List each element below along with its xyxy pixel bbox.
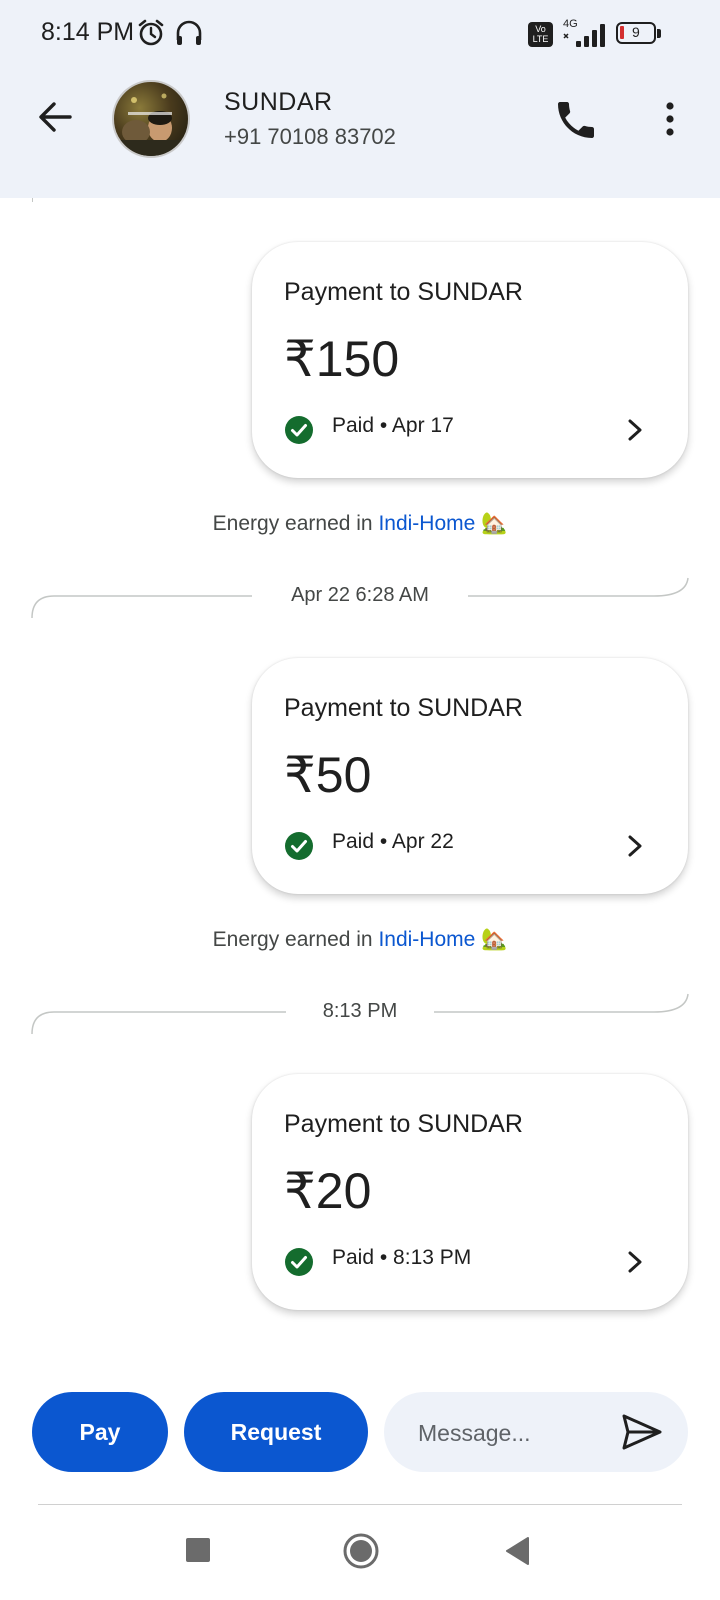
indi-home-link[interactable]: Indi-Home [378, 512, 475, 535]
energy-text: Energy earned in [212, 928, 379, 951]
payment-title: Payment to SUNDAR [284, 694, 523, 722]
energy-text: Energy earned in [212, 512, 379, 535]
payment-status: Paid • 8:13 PM [332, 1246, 472, 1269]
payment-title: Payment to SUNDAR [284, 1110, 523, 1138]
payment-amount: ₹50 [284, 747, 372, 803]
phone-icon[interactable] [552, 96, 600, 144]
contact-phone: +91 70108 83702 [224, 124, 396, 149]
payment-status: Paid • Apr 22 [332, 830, 454, 853]
message-input[interactable] [416, 1414, 610, 1452]
indi-home-link[interactable]: Indi-Home [378, 928, 475, 951]
request-button-label: Request [230, 1418, 322, 1445]
battery-level: 9 [632, 24, 640, 40]
pay-button-label: Pay [79, 1418, 121, 1445]
energy-earned-note: Energy earned in Indi-Home 🏡 [0, 928, 720, 952]
headphones-icon [176, 20, 202, 45]
chevron-right-icon[interactable] [624, 1248, 646, 1276]
check-circle-icon [285, 416, 313, 444]
date-separator: 8:13 PM [322, 1000, 398, 1022]
payment-card[interactable]: Payment to SUNDAR ₹150 Paid • Apr 17 [252, 242, 688, 478]
energy-earned-note: Energy earned in Indi-Home 🏡 [0, 512, 720, 536]
alarm-icon [138, 19, 164, 46]
message-field[interactable] [384, 1392, 688, 1472]
home-nav-icon[interactable] [342, 1532, 380, 1570]
check-circle-icon [285, 1248, 313, 1276]
contact-name: SUNDAR [224, 88, 333, 116]
house-emoji-icon: 🏡 [481, 928, 508, 951]
payment-amount: ₹20 [284, 1163, 372, 1219]
app-header: 8:14 PM Vo LTE 4G 9 SUNDAR +91 70108 837… [0, 0, 720, 198]
avatar[interactable] [112, 80, 190, 158]
back-arrow-icon[interactable] [34, 95, 78, 139]
volte-icon: Vo LTE [528, 22, 553, 47]
nav-divider [38, 1504, 682, 1505]
payment-card[interactable]: Payment to SUNDAR ₹20 Paid • 8:13 PM [252, 1074, 688, 1310]
chevron-right-icon[interactable] [624, 416, 646, 444]
avatar-image [114, 93, 188, 156]
date-separator: Apr 22 6:28 AM [291, 584, 429, 606]
pay-button[interactable]: Pay [32, 1392, 168, 1472]
back-nav-icon[interactable] [504, 1536, 532, 1566]
battery-icon: 9 [616, 22, 656, 44]
status-time: 8:14 PM [41, 18, 135, 46]
payment-card[interactable]: Payment to SUNDAR ₹50 Paid • Apr 22 [252, 658, 688, 894]
send-icon[interactable] [620, 1410, 664, 1454]
request-button[interactable]: Request [184, 1392, 368, 1472]
more-options-icon[interactable] [656, 100, 684, 140]
signal-icon [563, 24, 605, 47]
house-emoji-icon: 🏡 [481, 512, 508, 535]
battery-tip [657, 29, 661, 38]
payment-title: Payment to SUNDAR [284, 278, 523, 306]
payment-status: Paid • Apr 17 [332, 414, 454, 437]
check-circle-icon [285, 832, 313, 860]
recents-nav-icon[interactable] [186, 1538, 210, 1562]
chevron-right-icon[interactable] [624, 832, 646, 860]
thread-line [32, 198, 33, 202]
payment-amount: ₹150 [284, 331, 400, 387]
